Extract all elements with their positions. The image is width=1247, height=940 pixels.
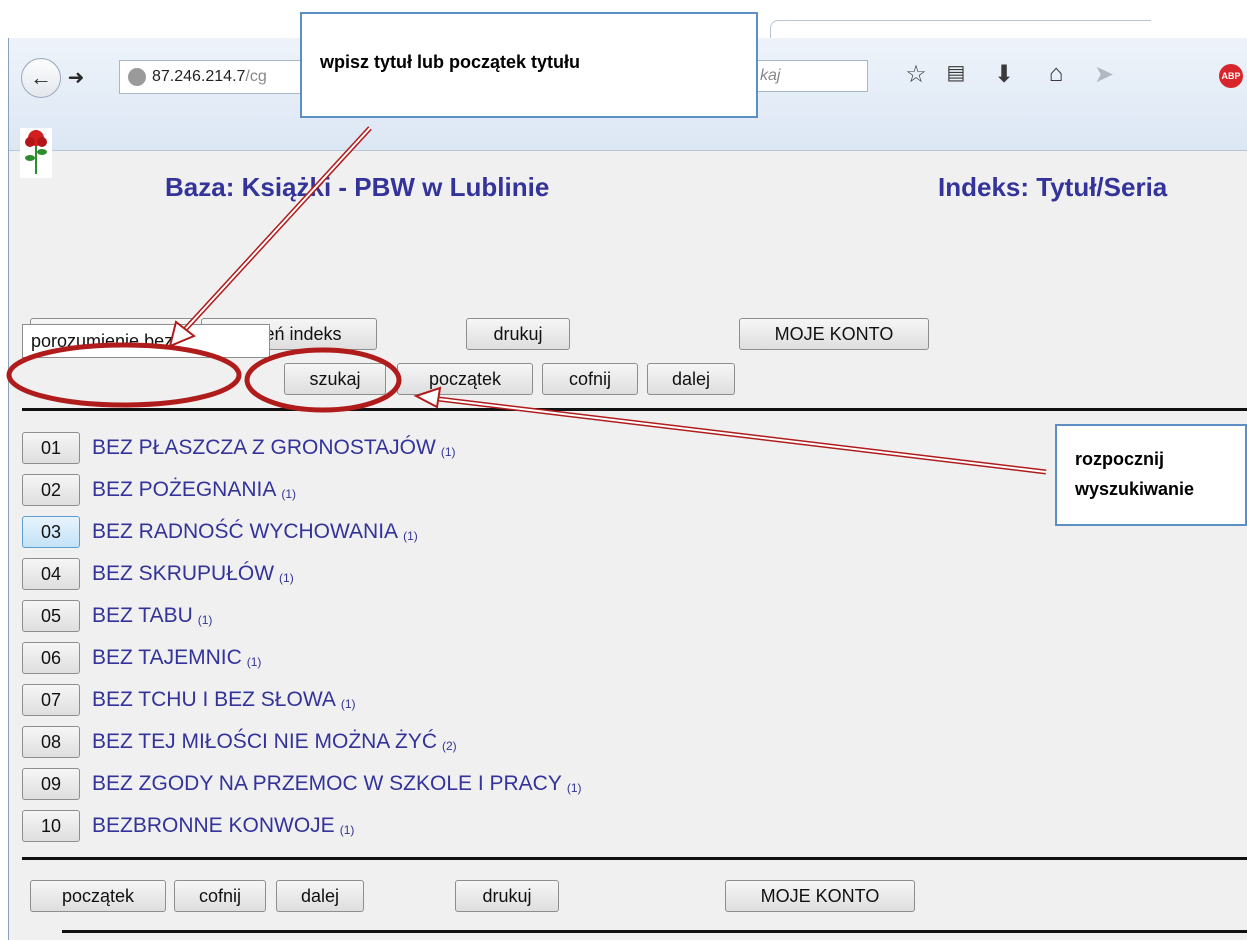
callout-start-search: rozpocznij wyszukiwanie	[1055, 424, 1247, 526]
callout-start-search-line1: rozpocznij	[1075, 449, 1164, 469]
arrow-to-input	[168, 126, 372, 348]
arrow-to-search-button	[413, 386, 1047, 475]
input-highlight-ellipse	[6, 342, 242, 408]
callout-enter-title: wpisz tytuł lub początek tytułu	[300, 12, 758, 118]
search-button-highlight-ellipse	[244, 347, 402, 413]
callout-start-search-line2: wyszukiwanie	[1075, 479, 1195, 499]
callout-enter-title-text: wpisz tytuł lub początek tytułu	[320, 52, 581, 72]
